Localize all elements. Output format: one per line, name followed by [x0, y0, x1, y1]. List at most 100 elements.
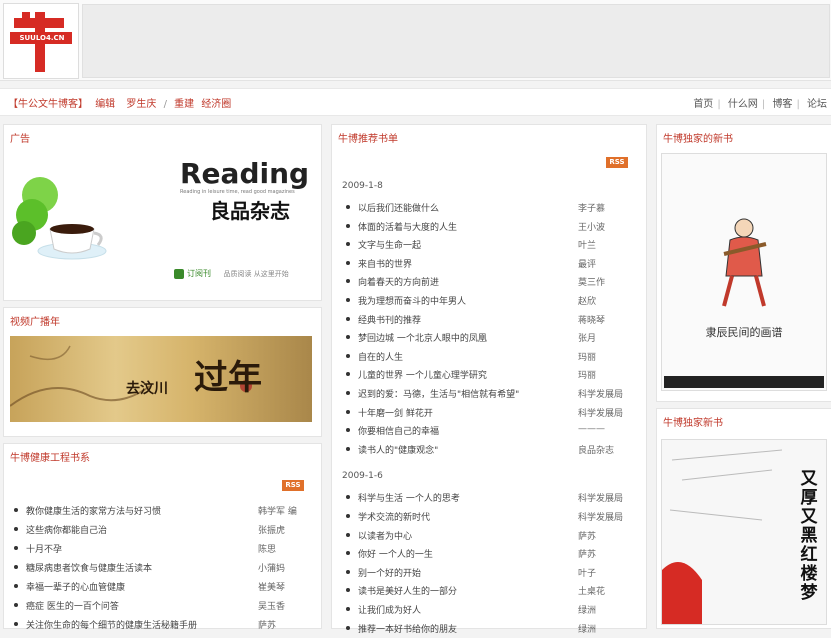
- panel-title: 牛博独家的新书: [663, 134, 733, 145]
- book-title[interactable]: 读书是美好人生的一部分: [358, 584, 572, 597]
- book-title[interactable]: 科学与生活 一个人的思考: [358, 491, 572, 504]
- ad-footer[interactable]: 订阅刊 品质阅读 从这里开始: [174, 268, 289, 279]
- book-author: 萨苏: [578, 550, 597, 561]
- book-author: 科学发展局: [578, 408, 624, 419]
- bullet-icon: [346, 316, 350, 321]
- rss-button[interactable]: RSS: [606, 157, 628, 168]
- magazine-cup-icon: [12, 177, 107, 260]
- list-item[interactable]: 糖尿病患者饮食与健康生活读本 小蒲妈: [14, 559, 310, 577]
- ad-reading-cn[interactable]: 良品杂志: [210, 195, 290, 224]
- book-title[interactable]: 关注你生命的每个细节的健康生活秘籍手册: [26, 618, 246, 631]
- list-item[interactable]: 来自书的世界 最评: [346, 255, 636, 273]
- book-title[interactable]: 这些病你都能自己治: [26, 523, 246, 536]
- list-item[interactable]: 读书人的"健康观念" 良品杂志: [346, 441, 636, 459]
- book-title[interactable]: 十年磨一剑 鲜花开: [358, 406, 572, 419]
- book-cover[interactable]: 又厚又黑红楼梦: [661, 439, 827, 625]
- list-item[interactable]: 十月不孕 陈思: [14, 540, 310, 558]
- bullet-icon: [346, 223, 350, 228]
- list-item[interactable]: 别一个好的开始 叶子: [346, 564, 636, 582]
- book-author: 绿洲: [578, 624, 597, 635]
- list-item[interactable]: 读书是美好人生的一部分 土桌花: [346, 582, 636, 600]
- book-author: 土桌花: [578, 587, 606, 598]
- book-title[interactable]: 文字与生命一起: [358, 238, 572, 251]
- new-year-banner[interactable]: 去汶川 过年: [10, 336, 312, 422]
- book-title[interactable]: 你好 一个人的一生: [358, 547, 572, 560]
- list-item[interactable]: 迟到的爱：马德，生活与"相信就有希望" 科学发展局: [346, 385, 636, 403]
- book-title[interactable]: 经典书刊的推荐: [358, 313, 572, 326]
- nav-link-forum[interactable]: 论坛: [807, 99, 827, 110]
- book-author: 韩学军 编: [258, 507, 297, 517]
- list-item[interactable]: 体面的活着与大度的人生 王小波: [346, 218, 636, 236]
- list-item[interactable]: 以读者为中心 萨苏: [346, 527, 636, 545]
- bullet-icon: [346, 353, 350, 358]
- book-author: 吴玉香: [258, 602, 286, 612]
- list-item[interactable]: 教你健康生活的家常方法与好习惯 韩学军 编: [14, 502, 310, 520]
- top-banner-ad[interactable]: [82, 4, 830, 78]
- book-title[interactable]: 幸福一辈子的心血管健康: [26, 580, 246, 593]
- breadcrumb-item[interactable]: 【牛公文牛博客】: [8, 99, 88, 110]
- panel-title: 牛博推荐书单: [338, 134, 398, 145]
- book-title[interactable]: 十月不孕: [26, 542, 246, 555]
- list-item[interactable]: 关注你生命的每个细节的健康生活秘籍手册 萨苏: [14, 616, 310, 634]
- book-title[interactable]: 体面的活着与大度的人生: [358, 220, 572, 233]
- list-item[interactable]: 经典书刊的推荐 蒋晓琴: [346, 311, 636, 329]
- breadcrumb-item[interactable]: 重建: [174, 99, 194, 110]
- book-title[interactable]: 儿童的世界 一个儿童心理学研究: [358, 368, 572, 381]
- nav-separator: |: [761, 99, 766, 110]
- book-title[interactable]: 推荐一本好书给你的朋友: [358, 622, 572, 635]
- book-title[interactable]: 梦回边城 一个北京人眼中的凤凰: [358, 331, 572, 344]
- book-title[interactable]: 以读者为中心: [358, 529, 572, 542]
- book-cover[interactable]: 隶辰民间的画谱: [661, 153, 827, 391]
- book-title[interactable]: 让我们成为好人: [358, 603, 572, 616]
- list-item[interactable]: 推荐一本好书给你的朋友 绿洲: [346, 620, 636, 638]
- list-item[interactable]: 你好 一个人的一生 萨苏: [346, 545, 636, 563]
- nav-link-site[interactable]: 什么网: [728, 99, 758, 110]
- book-title[interactable]: 向着春天的方向前进: [358, 275, 572, 288]
- list-item[interactable]: 文字与生命一起 叶兰: [346, 236, 636, 254]
- list-item[interactable]: 幸福一辈子的心血管健康 崔美琴: [14, 578, 310, 596]
- list-item[interactable]: 这些病你都能自己治 张振虎: [14, 521, 310, 539]
- book-title[interactable]: 以后我们还能做什么: [358, 201, 572, 214]
- book-title[interactable]: 糖尿病患者饮食与健康生活读本: [26, 561, 246, 574]
- list-item[interactable]: 儿童的世界 一个儿童心理学研究 玛丽: [346, 366, 636, 384]
- bullet-icon: [14, 527, 18, 531]
- book-author: ———: [578, 424, 605, 435]
- nav-link-blog[interactable]: 博客: [772, 99, 792, 110]
- list-item[interactable]: 你要相信自己的幸福 ———: [346, 422, 636, 440]
- list-item[interactable]: 学术交流的新时代 科学发展局: [346, 508, 636, 526]
- list-item[interactable]: 自在的人生 玛丽: [346, 348, 636, 366]
- book-title[interactable]: 教你健康生活的家常方法与好习惯: [26, 504, 246, 517]
- new-book-panel-2: 牛博独家新书 又厚又黑红楼梦: [656, 408, 831, 629]
- bullet-icon: [14, 584, 18, 588]
- book-title[interactable]: 学术交流的新时代: [358, 510, 572, 523]
- book-title[interactable]: 读书人的"健康观念": [358, 443, 572, 456]
- breadcrumb-item[interactable]: 罗生庆: [126, 99, 156, 110]
- breadcrumb-item[interactable]: 编辑: [95, 99, 115, 110]
- list-item[interactable]: 癌症 医生的一百个问答 吴玉香: [14, 597, 310, 615]
- ad-reading-title[interactable]: Reading: [180, 157, 309, 190]
- list-item[interactable]: 科学与生活 一个人的思考 科学发展局: [346, 489, 636, 507]
- nav-link-home[interactable]: 首页: [693, 99, 713, 110]
- book-title[interactable]: 癌症 医生的一百个问答: [26, 599, 246, 612]
- book-title[interactable]: 自在的人生: [358, 350, 572, 363]
- book-title[interactable]: 别一个好的开始: [358, 566, 572, 579]
- book-author: 叶兰: [578, 241, 597, 252]
- book-author: 叶子: [578, 568, 597, 579]
- book-title[interactable]: 我为理想而奋斗的中年男人: [358, 294, 572, 307]
- list-item[interactable]: 我为理想而奋斗的中年男人 赵欣: [346, 292, 636, 310]
- rss-button[interactable]: RSS: [282, 480, 304, 491]
- book-cover-strip: [664, 376, 824, 388]
- site-logo[interactable]: SUULO4.CN: [3, 3, 79, 79]
- book-title: 隶辰民间的画谱: [705, 326, 783, 339]
- breadcrumb-item[interactable]: 经济圈: [201, 99, 231, 110]
- list-item[interactable]: 梦回边城 一个北京人眼中的凤凰 张月: [346, 329, 636, 347]
- list-item[interactable]: 让我们成为好人 绿洲: [346, 601, 636, 619]
- book-title[interactable]: 来自书的世界: [358, 257, 572, 270]
- list-item[interactable]: 十年磨一剑 鲜花开 科学发展局: [346, 404, 636, 422]
- list-item[interactable]: 以后我们还能做什么 李子慕: [346, 199, 636, 217]
- book-title[interactable]: 迟到的爱：马德，生活与"相信就有希望": [358, 387, 572, 400]
- ad-panel: 广告 Reading Reading in leisure time, read…: [3, 124, 322, 301]
- book-title[interactable]: 你要相信自己的幸福: [358, 424, 572, 437]
- bullet-icon: [346, 625, 350, 630]
- list-item[interactable]: 向着春天的方向前进 莫三作: [346, 273, 636, 291]
